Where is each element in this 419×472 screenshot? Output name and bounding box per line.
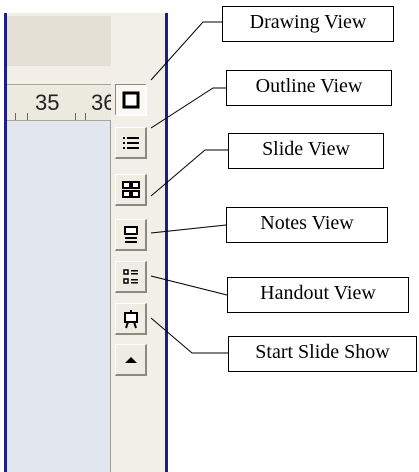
callout-start-slide-show: Start Slide Show (228, 336, 417, 372)
callout-slide-view: Slide View (228, 133, 384, 169)
callout-handout-view: Handout View (227, 277, 409, 313)
callout-outline-view: Outline View (226, 70, 392, 106)
callout-drawing-view: Drawing View (222, 6, 394, 42)
callout-notes-view: Notes View (226, 207, 388, 243)
